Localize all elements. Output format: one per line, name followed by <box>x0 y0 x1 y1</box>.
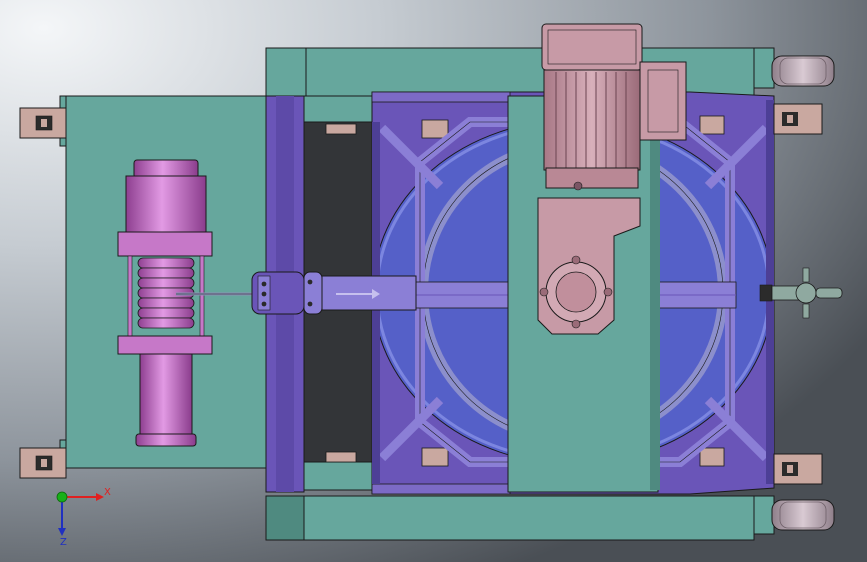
jack-lower-flange <box>117 335 213 355</box>
bottom-rail-corner <box>265 495 305 541</box>
jack-top-cap <box>133 159 199 179</box>
wheel-top <box>771 55 835 87</box>
jack-upper-flange <box>117 231 213 257</box>
z-axis-label: Z <box>60 537 67 548</box>
jack-lower-tube <box>139 353 193 437</box>
jack-upper-housing <box>125 175 207 235</box>
motor-terminal-box <box>639 61 687 141</box>
bottom-rail-end <box>753 495 775 535</box>
y-axis-dot-icon <box>56 491 68 503</box>
cad-viewport[interactable]: X Z <box>0 0 867 562</box>
cad-model-top-view: X Z <box>0 0 867 562</box>
wheel-bottom <box>771 499 835 531</box>
top-rail-end <box>753 47 775 89</box>
motor-fan-cover <box>541 23 643 71</box>
bottom-rail <box>265 495 755 541</box>
x-axis-label: X <box>104 487 111 498</box>
